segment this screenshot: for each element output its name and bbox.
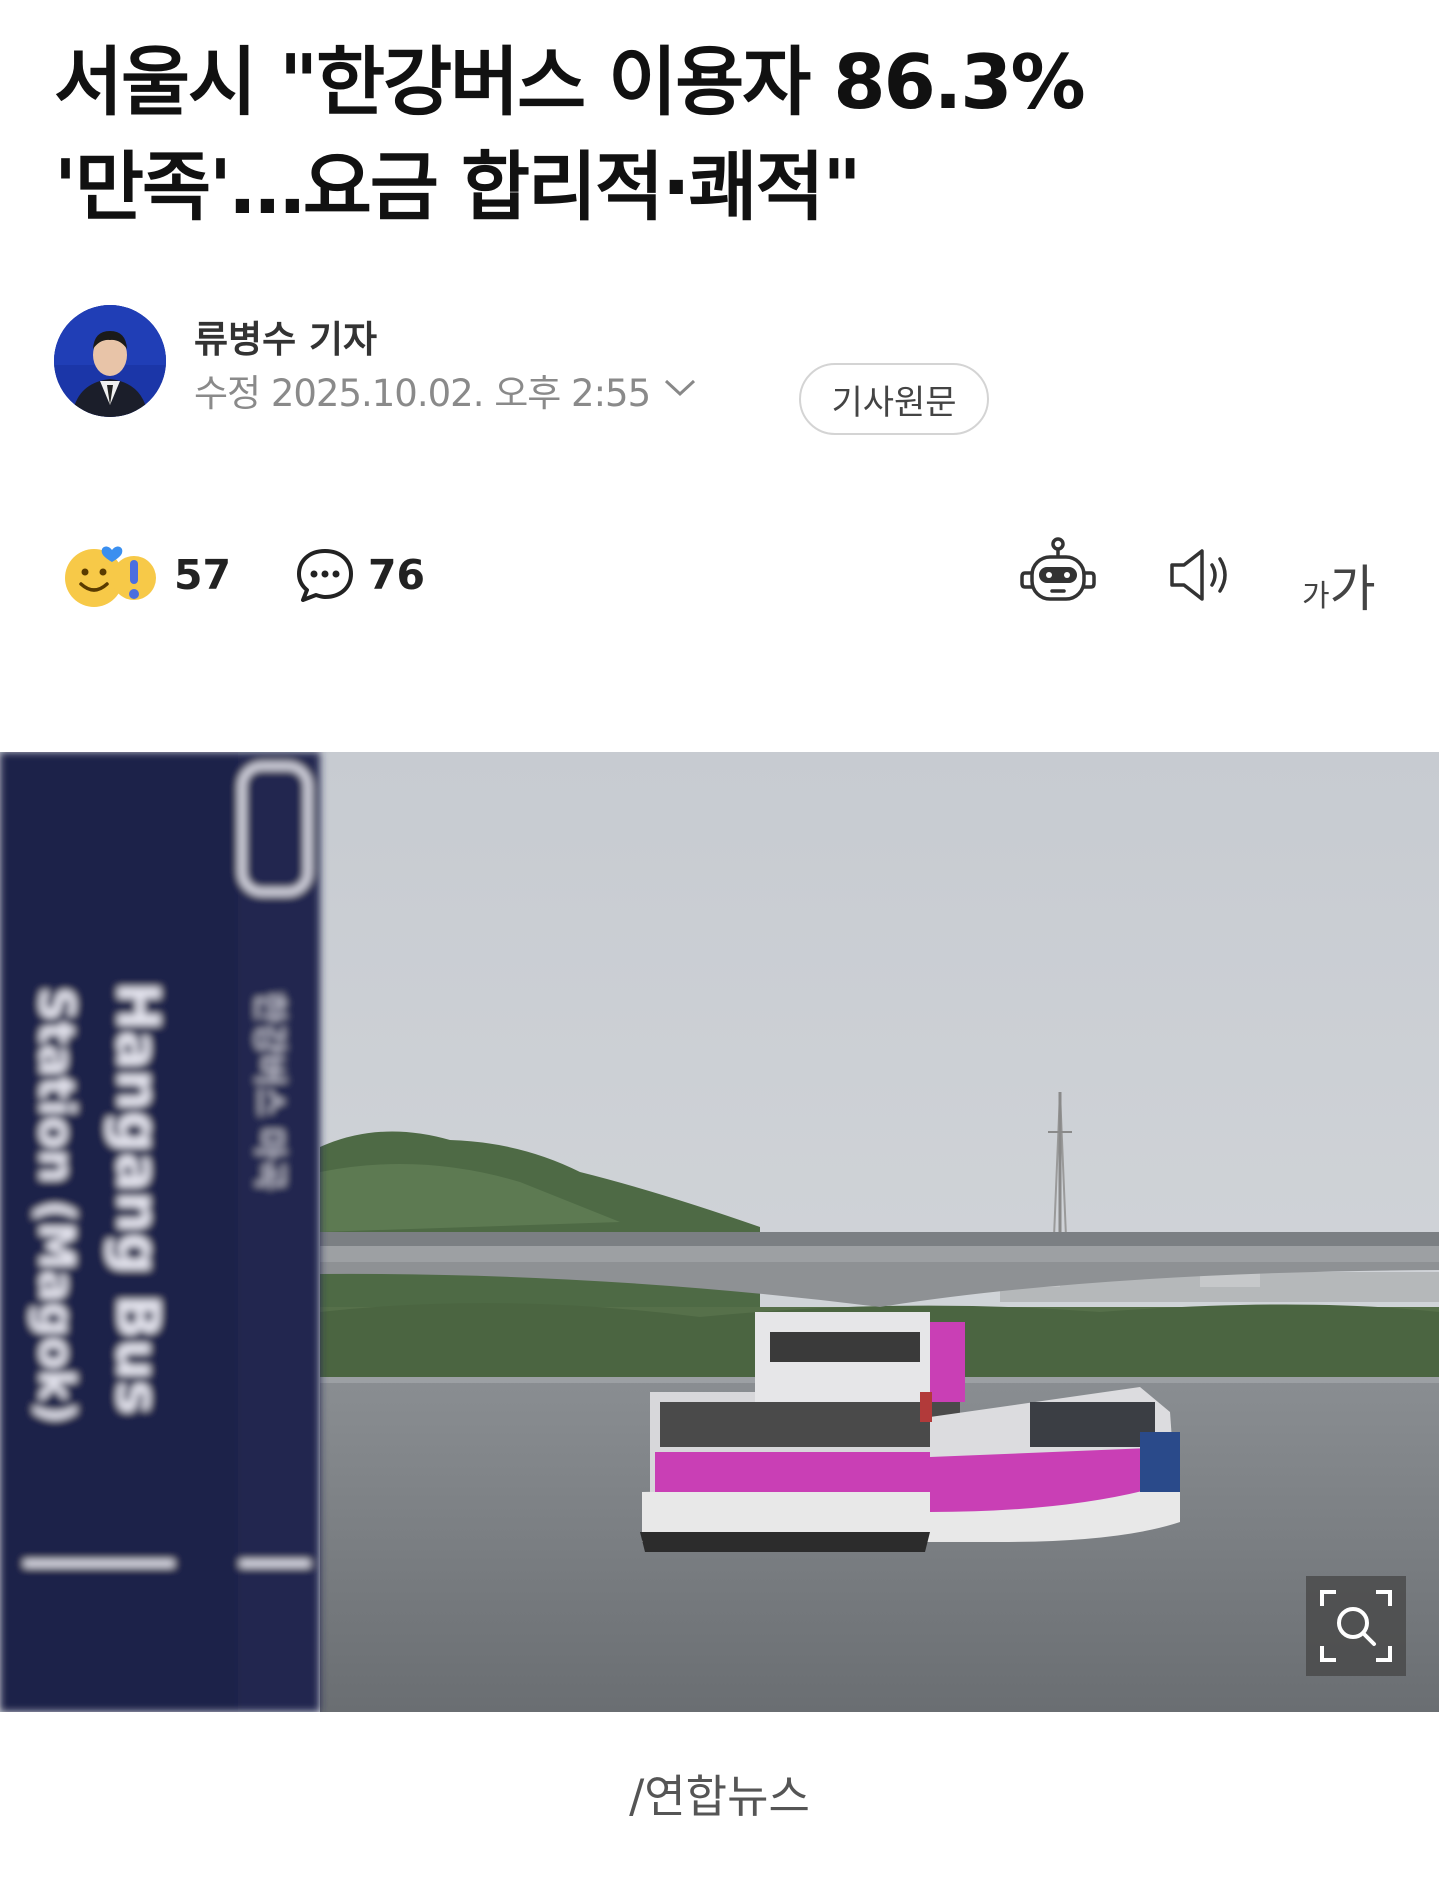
font-size-small-label: 가 bbox=[1302, 579, 1330, 614]
original-article-button[interactable]: 기사원문 bbox=[799, 363, 989, 435]
comment-count: 76 bbox=[368, 551, 426, 599]
article-headline: 서울시 "한강버스 이용자 86.3% '만족'…요금 합리적·쾌적" bbox=[54, 30, 1394, 240]
font-size-large-label: 가 bbox=[1329, 560, 1376, 618]
chevron-down-icon[interactable] bbox=[663, 378, 697, 402]
sign-line-2: Station (Magok) bbox=[28, 987, 84, 1423]
article-photo[interactable]: Hangang Bus Station (Magok) 한강버스 마곡 bbox=[0, 752, 1439, 1712]
comment-button[interactable]: 76 bbox=[294, 545, 425, 605]
edited-timestamp[interactable]: 수정 2025.10.02. 오후 2:55 bbox=[194, 363, 651, 417]
headline-line-2: '만족'…요금 합리적·쾌적" bbox=[54, 143, 862, 231]
sign-line-1: Hangang Bus bbox=[104, 982, 172, 1415]
comment-icon bbox=[297, 549, 353, 602]
reaction-emoji-icon bbox=[65, 546, 156, 607]
font-size-button[interactable]: 가가 bbox=[1302, 549, 1376, 621]
ai-summary-robot-icon[interactable] bbox=[1018, 535, 1098, 619]
photo-caption: /연합뉴스 bbox=[629, 1770, 810, 1823]
speaker-icon[interactable] bbox=[1166, 543, 1238, 611]
headline-line-1: 서울시 "한강버스 이용자 86.3% bbox=[54, 38, 1086, 126]
reaction-count: 57 bbox=[174, 551, 232, 599]
zoom-search-icon bbox=[1320, 1590, 1392, 1662]
reporter-name[interactable]: 류병수 기자 bbox=[194, 309, 377, 363]
reporter-avatar[interactable] bbox=[54, 305, 166, 417]
byline: 류병수 기자 수정 2025.10.02. 오후 2:55 기사원문 bbox=[54, 305, 989, 435]
reaction-button[interactable]: 57 bbox=[62, 545, 232, 607]
image-zoom-button[interactable] bbox=[1306, 1576, 1406, 1676]
sign-korean: 한강버스 마곡 bbox=[249, 992, 289, 1191]
article-toolbar: 57 76 가가 bbox=[54, 535, 1384, 620]
date-row: 수정 2025.10.02. 오후 2:55 기사원문 bbox=[194, 363, 989, 435]
